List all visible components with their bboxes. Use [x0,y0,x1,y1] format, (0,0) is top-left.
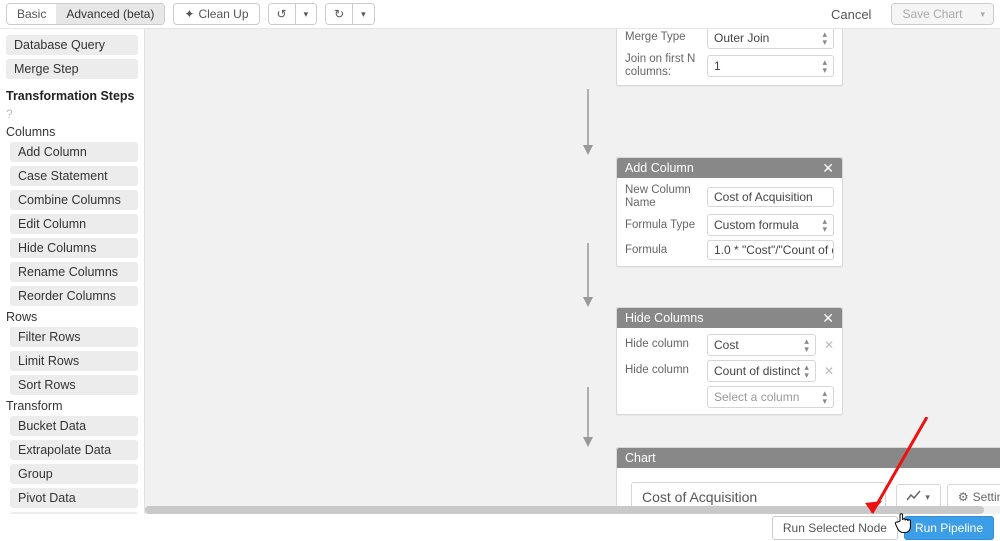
mode-advanced-button[interactable]: Advanced (beta) [56,4,164,24]
sidebar-group-rows: Rows [6,310,138,324]
sidebar-item-case-statement[interactable]: Case Statement [10,166,138,186]
undo-menu-button[interactable]: ▾ [295,4,317,24]
sidebar-section-transformation: Transformation Steps [6,89,138,103]
chart-icon [907,490,921,505]
run-selected-label: Run Selected Node [783,521,887,535]
updown-icon: ▴▾ [822,30,827,46]
save-chart-group: Save Chart ▾ [891,3,994,25]
horizontal-scrollbar[interactable] [145,506,1000,514]
sidebar-item-extrapolate-data[interactable]: Extrapolate Data [10,440,138,460]
sidebar-item-hide-columns[interactable]: Hide Columns [10,238,138,258]
sidebar-item-sort-rows[interactable]: Sort Rows [10,375,138,395]
merge-type-label: Merge Type [625,31,699,44]
new-col-name-input[interactable]: Cost of Acquisition [707,187,834,207]
remove-row-icon[interactable]: ✕ [824,364,834,378]
redo-group: ↻ ▾ [325,3,375,25]
help-icon[interactable]: ? [6,107,138,121]
node-title: Hide Columns [625,311,704,325]
sidebar-item-filter-rows[interactable]: Filter Rows [10,327,138,347]
formula-input[interactable]: 1.0 * "Cost"/"Count of distinct " [707,240,834,260]
node-hide-columns[interactable]: Hide Columns ✕ Hide column Cost ▴▾ ✕ Hid… [616,307,843,415]
select-value: Cost [714,338,739,352]
sidebar-item-bucket-data[interactable]: Bucket Data [10,416,138,436]
select-value: Select a column [714,390,799,404]
hide-col-select-placeholder[interactable]: Select a column ▴▾ [707,386,834,408]
gear-icon: ⚙ [958,490,969,504]
sidebar-item-pivot-data[interactable]: Pivot Data [10,488,138,508]
node-header-add-column[interactable]: Add Column ✕ [617,158,842,178]
redo-menu-button[interactable]: ▾ [352,4,374,24]
run-pipeline-button[interactable]: Run Pipeline [904,516,994,540]
close-icon[interactable]: ✕ [822,311,834,325]
undo-group: ↺ ▾ [268,3,318,25]
bottom-bar: Run Selected Node Run Pipeline [772,514,1000,541]
hide-col-label: Hide column [625,364,699,377]
save-chart-button[interactable]: Save Chart [892,4,972,24]
select-value: Custom formula [714,218,799,232]
node-merge-layers[interactable]: Merge Layers ✕ Merge Type Outer Join ▴▾ … [616,29,843,86]
undo-button[interactable]: ↺ [269,4,295,24]
node-title: Chart [625,451,656,465]
formula-type-select[interactable]: Custom formula ▴▾ [707,214,834,236]
settings-label: Settings [973,490,1000,504]
sidebar-group-transform: Transform [6,399,138,413]
redo-button[interactable]: ↻ [326,4,352,24]
sidebar-item-merge-step[interactable]: Merge Step [6,59,138,79]
sidebar: Database Query Merge Step Transformation… [0,29,144,514]
node-header-hide-columns[interactable]: Hide Columns ✕ [617,308,842,328]
mode-basic-button[interactable]: Basic [7,4,56,24]
select-value: 1 [714,59,721,73]
cleanup-label: Clean Up [198,7,248,21]
hide-col-select-2[interactable]: Count of distinct Users ▴▾ [707,360,816,382]
node-title: Add Column [625,161,694,175]
top-toolbar: Basic Advanced (beta) ✦ Clean Up ↺ ▾ ↻ ▾… [0,0,1000,29]
sidebar-item-limit-rows[interactable]: Limit Rows [10,351,138,371]
sidebar-item-reorder-columns[interactable]: Reorder Columns [10,286,138,306]
node-header-chart[interactable]: Chart [617,448,1000,468]
node-chart[interactable]: Chart Cost of Acquisition ▾ ⚙ Settings [616,447,1000,514]
run-selected-node-button[interactable]: Run Selected Node [772,516,898,540]
sidebar-group-columns: Columns [6,125,138,139]
sidebar-item-unpivot-data[interactable]: Unpivot Data [10,512,138,514]
sidebar-item-rename-columns[interactable]: Rename Columns [10,262,138,282]
sidebar-item-combine-columns[interactable]: Combine Columns [10,190,138,210]
updown-icon: ▴▾ [822,58,827,74]
new-col-name-label: New Column Name [625,184,699,210]
merge-type-select[interactable]: Outer Join ▴▾ [707,29,834,49]
connector-arrow [582,387,594,451]
select-value: Count of distinct Users [714,364,800,378]
join-n-select[interactable]: 1 ▴▾ [707,55,834,77]
wand-icon: ✦ [184,7,194,21]
sidebar-item-edit-column[interactable]: Edit Column [10,214,138,234]
remove-row-icon[interactable]: ✕ [824,338,834,352]
updown-icon: ▴▾ [822,389,827,405]
updown-icon: ▴▾ [822,217,827,233]
updown-icon: ▴▾ [804,363,809,379]
pipeline-canvas[interactable]: Merge Layers ✕ Merge Type Outer Join ▴▾ … [144,29,1000,514]
sidebar-item-add-column[interactable]: Add Column [10,142,138,162]
updown-icon: ▴▾ [804,337,809,353]
chevron-down-icon: ▾ [925,492,930,503]
sidebar-item-database-query[interactable]: Database Query [6,35,138,55]
save-chart-menu-button[interactable]: ▾ [972,4,993,24]
select-value: Outer Join [714,31,769,45]
connector-arrow [582,89,594,159]
cleanup-button[interactable]: ✦ Clean Up [173,3,259,25]
sidebar-item-group[interactable]: Group [10,464,138,484]
connector-arrow [582,243,594,311]
mode-toggle-group: Basic Advanced (beta) [6,3,165,25]
close-icon[interactable]: ✕ [822,161,834,175]
hide-col-select-1[interactable]: Cost ▴▾ [707,334,816,356]
node-add-column[interactable]: Add Column ✕ New Column Name Cost of Acq… [616,157,843,267]
scrollbar-thumb[interactable] [145,506,984,514]
formula-label: Formula [625,244,699,257]
formula-type-label: Formula Type [625,219,699,232]
cancel-button[interactable]: Cancel [827,4,875,25]
join-n-label: Join on first N columns: [625,53,699,79]
hide-col-label: Hide column [625,338,699,351]
